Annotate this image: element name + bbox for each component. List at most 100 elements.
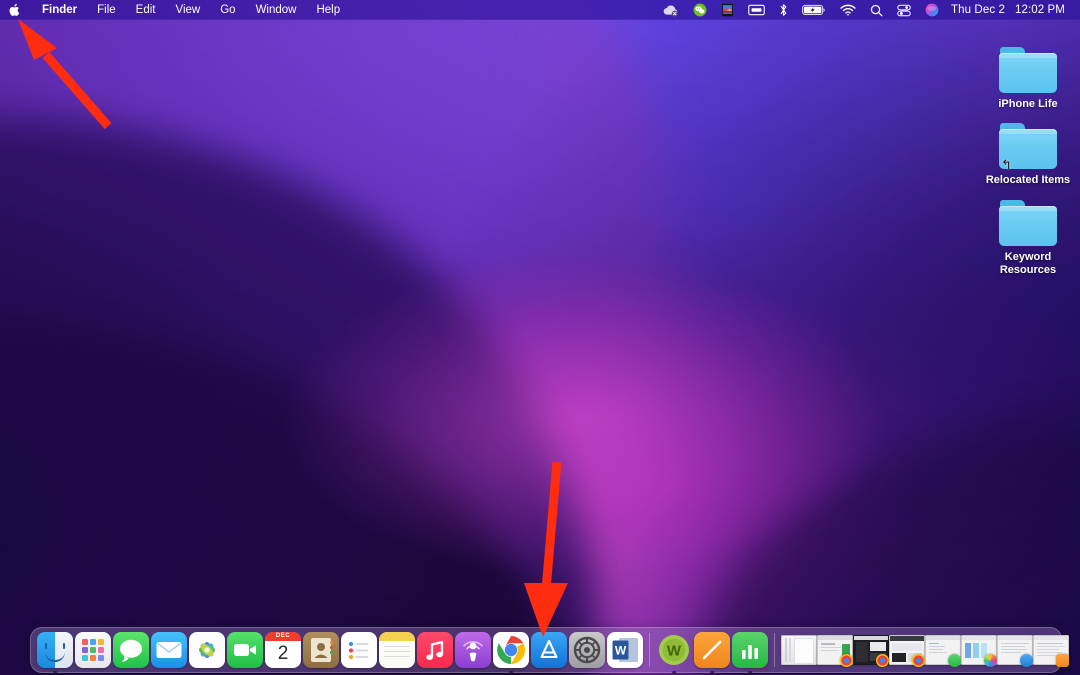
dock-item-system-preferences[interactable]: [569, 632, 605, 668]
menu-item-file[interactable]: File: [87, 0, 126, 20]
dock-minimized-chrome-2[interactable]: [853, 635, 889, 667]
dock-item-calendar[interactable]: DEC 2: [265, 632, 301, 668]
dock-item-facetime[interactable]: [227, 632, 263, 668]
menu-item-help[interactable]: Help: [306, 0, 350, 20]
facetime-icon: [227, 632, 263, 668]
chrome-icon: [876, 654, 889, 667]
spotlight-search-icon[interactable]: [863, 0, 890, 20]
wifi-icon[interactable]: [833, 0, 863, 20]
folder-icon: [999, 200, 1057, 246]
dock-item-trash[interactable]: [1074, 632, 1080, 668]
desktop-icon-label: Keyword Resources: [999, 251, 1057, 276]
numbers-icon: [732, 632, 768, 668]
dock-minimized-photos[interactable]: [961, 635, 997, 667]
finder-icon: [37, 632, 73, 668]
calendar-day-label: 2: [277, 643, 289, 664]
desktop-icon-iphone-life[interactable]: iPhone Life: [976, 47, 1080, 111]
wallpaper-magenta-highlight: [0, 0, 1080, 675]
display-icon[interactable]: [741, 0, 772, 20]
pages-icon: [694, 632, 730, 668]
microsoft-word-icon: W: [607, 632, 643, 668]
menu-bar: Finder File Edit View Go Window Help Thu…: [0, 0, 1080, 20]
running-indicator: [509, 670, 513, 674]
desktop-icon-relocated-items[interactable]: ↰ Relocated Items: [976, 123, 1080, 187]
dock-minimized-numbers[interactable]: [925, 635, 961, 667]
cloud-offline-icon[interactable]: [655, 0, 686, 20]
dock-item-app-store[interactable]: [531, 632, 567, 668]
dock-item-chrome[interactable]: [493, 632, 529, 674]
dock-item-launchpad[interactable]: [75, 632, 111, 668]
menu-item-view[interactable]: View: [166, 0, 211, 20]
running-indicator: [53, 670, 57, 674]
menu-item-go[interactable]: Go: [210, 0, 245, 20]
pages-icon: [1056, 654, 1069, 667]
dock-minimized-document[interactable]: [781, 635, 817, 665]
dock-item-music[interactable]: [417, 632, 453, 668]
siri-icon[interactable]: [918, 0, 946, 20]
apple-menu-button[interactable]: [0, 0, 32, 20]
svg-text:W: W: [667, 643, 682, 660]
launchpad-icon: [75, 632, 111, 668]
contacts-icon: [303, 632, 339, 668]
running-indicator: [748, 670, 752, 674]
numbers-icon: [948, 654, 961, 667]
desktop-icon-label: iPhone Life: [998, 98, 1058, 110]
menu-item-window[interactable]: Window: [246, 0, 307, 20]
dock-item-contacts[interactable]: [303, 632, 339, 668]
dock-item-podcasts[interactable]: [455, 632, 491, 668]
dock-item-photos[interactable]: [189, 632, 225, 668]
dock-separator-1: [649, 633, 650, 667]
app-store-icon: [531, 632, 567, 668]
dock-separator-2: [774, 633, 775, 667]
messages-icon: [113, 632, 149, 668]
battery-charging-icon[interactable]: [795, 0, 833, 20]
wechat-icon[interactable]: [686, 0, 714, 20]
menu-bar-status-area: Thu Dec 2 12:02 PM: [655, 0, 1080, 20]
menu-item-finder[interactable]: Finder: [32, 0, 87, 20]
dock-item-reminders[interactable]: [341, 632, 377, 668]
photos-icon: [189, 632, 225, 668]
dock-minimized-keynote[interactable]: [997, 635, 1033, 667]
trash-icon: [1074, 632, 1080, 668]
desktop-icon-keyword-resources[interactable]: Keyword Resources: [976, 200, 1080, 277]
macos-desktop: Finder File Edit View Go Window Help Thu…: [0, 0, 1080, 675]
dock-item-numbers[interactable]: [732, 632, 768, 674]
calendar-icon: DEC 2: [265, 632, 301, 668]
folder-icon: [999, 47, 1057, 93]
dock-item-mail[interactable]: [151, 632, 187, 668]
menu-bar-left: Finder File Edit View Go Window Help: [0, 0, 350, 20]
music-icon: [417, 632, 453, 668]
bluetooth-icon[interactable]: [772, 0, 795, 20]
desktop-icon-label: Relocated Items: [985, 174, 1071, 186]
dock-item-wps-office[interactable]: W: [656, 632, 692, 674]
reminders-icon: [341, 632, 377, 668]
running-indicator: [672, 670, 676, 674]
podcasts-icon: [455, 632, 491, 668]
chrome-icon: [840, 654, 853, 667]
mail-icon: [151, 632, 187, 668]
dock-item-pages[interactable]: [694, 632, 730, 674]
notes-icon: [379, 632, 415, 668]
dock-item-microsoft-word[interactable]: W: [607, 632, 643, 668]
svg-text:W: W: [615, 643, 627, 657]
control-center-icon[interactable]: [890, 0, 918, 20]
running-indicator: [710, 670, 714, 674]
menu-bar-time[interactable]: 12:02 PM: [1010, 4, 1070, 16]
calendar-month-label: DEC: [275, 633, 291, 639]
folder-icon: ↰: [999, 123, 1057, 171]
chrome-icon: [912, 654, 925, 667]
dock-minimized-pages[interactable]: [1033, 635, 1069, 667]
apple-logo-icon: [9, 3, 20, 16]
dock-item-notes[interactable]: [379, 632, 415, 668]
photos-icon: [984, 654, 997, 667]
colorsync-app-icon[interactable]: [714, 0, 741, 20]
dock-minimized-chrome-3[interactable]: [889, 635, 925, 667]
menu-item-edit[interactable]: Edit: [126, 0, 166, 20]
wps-office-icon: W: [656, 632, 692, 668]
dock-item-messages[interactable]: [113, 632, 149, 668]
dock: DEC 2 W W: [30, 627, 1069, 674]
dock-minimized-chrome-1[interactable]: [817, 635, 853, 667]
dock-item-finder[interactable]: [37, 632, 73, 674]
menu-bar-date[interactable]: Thu Dec 2: [946, 4, 1010, 16]
system-preferences-icon: [569, 632, 605, 668]
